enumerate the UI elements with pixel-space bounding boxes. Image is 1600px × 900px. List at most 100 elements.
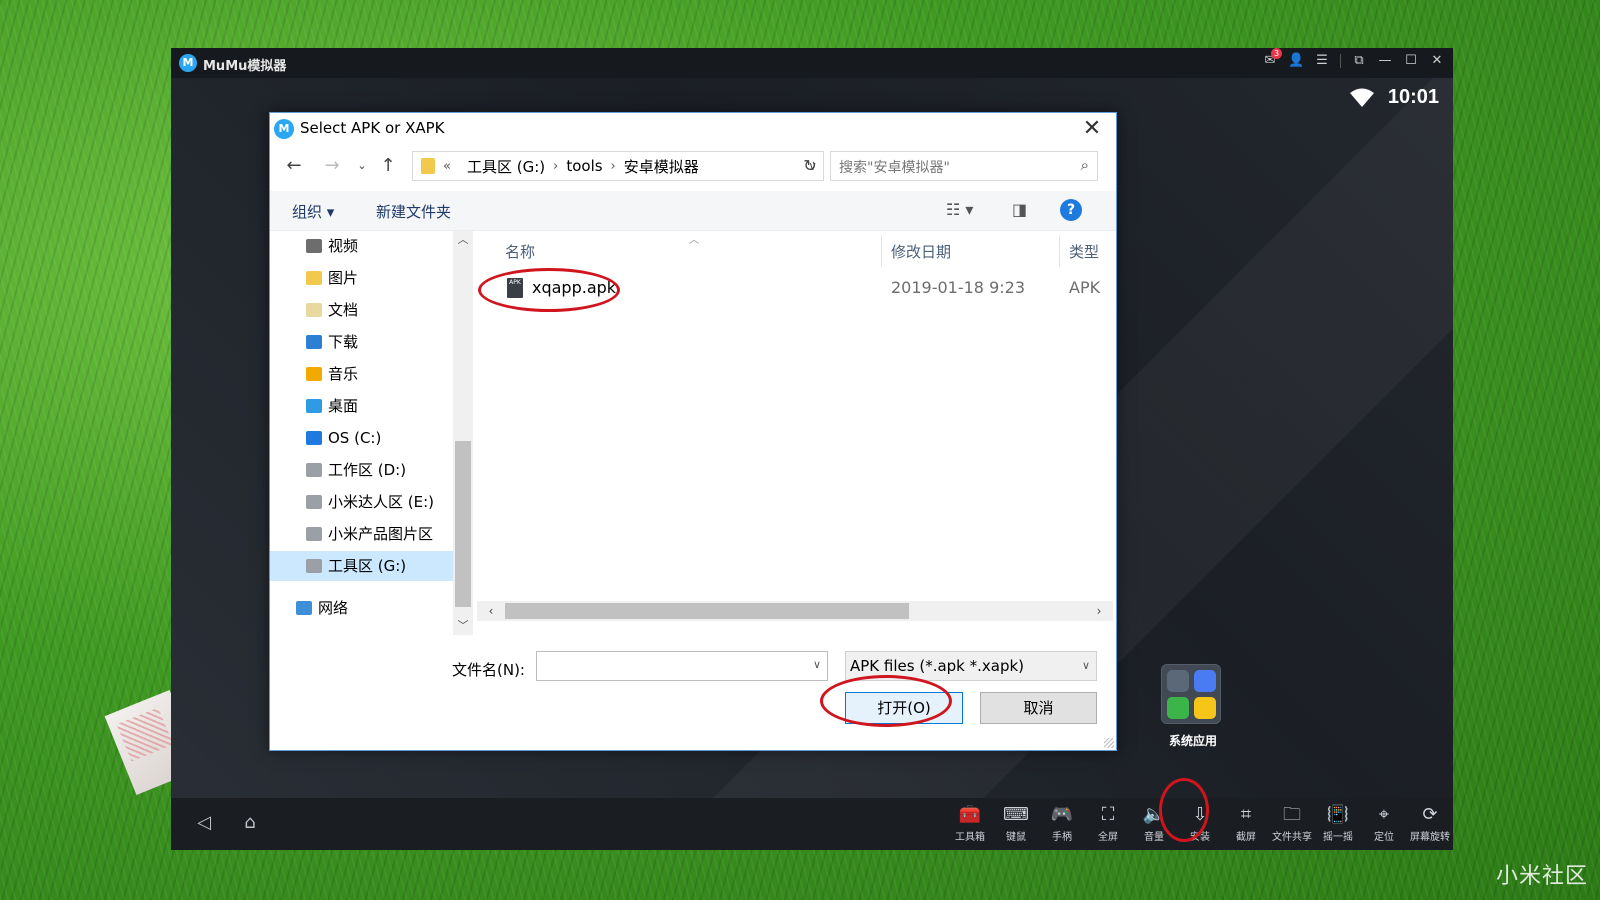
nav-item-label: 下载: [328, 333, 359, 351]
horizontal-scrollbar[interactable]: ‹ ›: [477, 601, 1113, 621]
file-row[interactable]: APK xqapp.apk 2019-01-18 9:23 APK: [477, 273, 1113, 303]
filename-input[interactable]: ∨: [536, 651, 828, 681]
cancel-button[interactable]: 取消: [980, 692, 1097, 724]
help-icon[interactable]: ?: [1060, 199, 1082, 221]
up-arrow-icon[interactable]: ↑: [376, 154, 400, 178]
notification-badge: 3: [1271, 48, 1282, 59]
resize-grip[interactable]: [1104, 738, 1114, 748]
toolbar-label: 截屏: [1236, 832, 1256, 843]
nav-item-label: 小米产品图片区: [328, 525, 434, 543]
toolbar-item-toolbox[interactable]: 🧰 工具箱: [947, 802, 993, 843]
scroll-up-icon[interactable]: ︿: [453, 231, 473, 249]
nav-item[interactable]: 工作区 (D:): [306, 455, 471, 485]
mail-icon[interactable]: ✉ 3: [1262, 48, 1282, 69]
fullscreen-icon: ⛶: [1101, 804, 1115, 825]
minimize-icon[interactable]: —: [1377, 53, 1393, 69]
nav-item[interactable]: 工具区 (G:): [270, 551, 473, 581]
toolbar-label: 音量: [1144, 832, 1164, 843]
back-icon[interactable]: ◁: [193, 812, 215, 834]
preview-pane-icon[interactable]: ◨: [1012, 200, 1027, 219]
chevron-down-icon: ∨: [1081, 659, 1090, 672]
toolbar-item-gamepad[interactable]: 🎮 手柄: [1039, 802, 1085, 843]
folder-icon: 🗀: [1283, 804, 1301, 825]
nav-item-icon: [306, 559, 322, 573]
forward-arrow-icon[interactable]: →: [320, 154, 344, 178]
nav-item[interactable]: 图片: [306, 263, 471, 293]
gamepad-icon: 🎮: [1050, 804, 1074, 825]
toolbar-item-crop[interactable]: ⌗ 截屏: [1223, 802, 1269, 843]
close-icon[interactable]: ✕: [1429, 53, 1445, 69]
toolbar-item-rotate[interactable]: ⟳ 屏幕旋转: [1407, 802, 1453, 843]
home-icon[interactable]: ⌂: [239, 812, 261, 834]
nav-item-label: 音乐: [328, 365, 359, 383]
column-divider[interactable]: [1059, 235, 1060, 267]
crop-icon: ⌗: [1240, 804, 1252, 825]
toolbar-item-folder[interactable]: 🗀 文件共享: [1269, 802, 1315, 843]
back-arrow-icon[interactable]: ←: [282, 154, 306, 178]
recent-locations-icon[interactable]: ⌄: [350, 154, 374, 178]
wifi-icon: [1349, 88, 1374, 107]
nav-item[interactable]: 下载: [306, 327, 471, 357]
user-icon[interactable]: 👤: [1288, 53, 1304, 69]
gallery-icon: [1193, 669, 1216, 692]
open-button[interactable]: 打开(O): [845, 692, 963, 724]
dialog-title: Select APK or XAPK: [300, 119, 445, 137]
file-name[interactable]: xqapp.apk: [532, 278, 616, 297]
nav-item-icon: [306, 431, 322, 445]
nav-item-label: 工作区 (D:): [328, 461, 407, 479]
toolbar-item-apk-install[interactable]: ⇩ 安装: [1177, 802, 1223, 843]
toolbar-item-shake[interactable]: 📳 摇一摇: [1315, 802, 1361, 843]
nav-item[interactable]: 小米达人区 (E:): [306, 487, 471, 517]
toolbar-item-fullscreen[interactable]: ⛶ 全屏: [1085, 802, 1131, 843]
toolbar-item-keyboard[interactable]: ⌨ 键鼠: [993, 802, 1039, 843]
horizontal-scroll-thumb[interactable]: [505, 603, 909, 619]
toolbar-item-volume[interactable]: 🔈 音量: [1131, 802, 1177, 843]
scroll-right-icon[interactable]: ›: [1089, 601, 1109, 621]
column-divider[interactable]: [881, 235, 882, 267]
nav-item[interactable]: 音乐: [306, 359, 471, 389]
breadcrumb-drive[interactable]: 工具区 (G:): [467, 156, 545, 177]
nav-item[interactable]: 网络: [296, 593, 461, 623]
download-icon: [1166, 696, 1189, 719]
breadcrumb-tools[interactable]: tools: [566, 157, 602, 175]
search-input[interactable]: 搜索"安卓模拟器" ⌕: [830, 151, 1098, 181]
nav-scrollbar[interactable]: ︿ ﹀: [453, 231, 473, 635]
location-icon: ⌖: [1378, 804, 1390, 825]
keyboard-icon: ⌨: [1003, 804, 1029, 825]
scroll-down-icon[interactable]: ﹀: [453, 617, 473, 635]
nav-item[interactable]: 桌面: [306, 391, 471, 421]
column-type-header[interactable]: 类型: [1069, 241, 1099, 262]
column-name-header[interactable]: 名称: [505, 241, 535, 262]
file-type-select[interactable]: APK files (*.apk *.xapk) ∨: [845, 651, 1097, 681]
breadcrumb-emulator[interactable]: 安卓模拟器: [624, 156, 699, 177]
breadcrumb-overflow[interactable]: «: [443, 159, 451, 174]
nav-item-label: 视频: [328, 237, 359, 255]
nav-item[interactable]: OS (C:): [306, 423, 471, 453]
filename-dropdown-icon[interactable]: ∨: [813, 658, 821, 671]
rotate-icon: ⟳: [1422, 804, 1438, 825]
nav-item[interactable]: 视频: [306, 231, 471, 261]
nav-item-label: OS (C:): [328, 429, 382, 447]
view-options-icon[interactable]: ☷ ▾: [946, 200, 973, 219]
dialog-close-icon[interactable]: ✕: [1078, 115, 1106, 143]
file-manager-icon: [1193, 696, 1216, 719]
nav-item[interactable]: 文档: [306, 295, 471, 325]
new-folder-button[interactable]: 新建文件夹: [376, 201, 451, 222]
scroll-left-icon[interactable]: ‹: [481, 601, 501, 621]
menu-icon[interactable]: ☰: [1314, 53, 1330, 69]
restore-window-icon[interactable]: ⧉: [1351, 53, 1367, 69]
toolbar-item-location[interactable]: ⌖ 定位: [1361, 802, 1407, 843]
column-date-header[interactable]: 修改日期: [891, 241, 951, 262]
nav-item[interactable]: 小米产品图片区: [306, 519, 471, 549]
organize-button[interactable]: 组织 ▾: [292, 201, 334, 222]
address-bar[interactable]: « 工具区 (G:) › tools › 安卓模拟器 ∨: [412, 151, 824, 181]
breadcrumb-chevron-icon: ›: [553, 158, 559, 174]
refresh-icon[interactable]: ↻: [798, 154, 822, 178]
system-apps-folder[interactable]: 系统应用: [1161, 664, 1225, 749]
maximize-icon[interactable]: ☐: [1403, 53, 1419, 69]
search-icon[interactable]: ⌕: [1081, 156, 1089, 174]
nav-scroll-thumb[interactable]: [455, 441, 471, 607]
folder-icon: [421, 158, 435, 174]
nav-item-icon: [306, 271, 322, 285]
address-row: ← → ⌄ ↑ « 工具区 (G:) › tools › 安卓模拟器 ∨ ↻ 搜…: [270, 149, 1116, 183]
